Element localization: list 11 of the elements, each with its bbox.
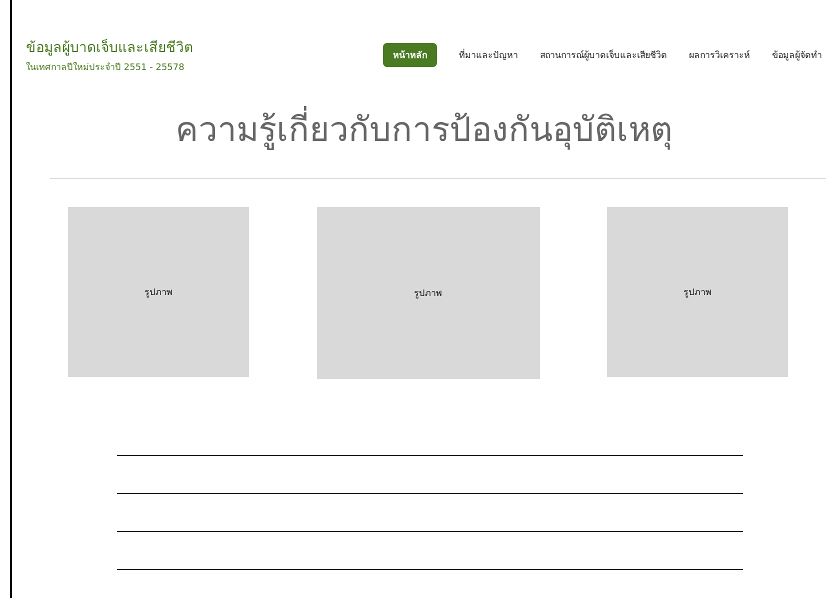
- image-caption: รูปภาพ: [684, 287, 712, 299]
- page-heading: ความรู้เกี่ยวกับการป้องกันอุบัติเหตุ: [12, 102, 836, 156]
- nav-link[interactable]: ข้อมูลผู้จัดทำ: [772, 43, 822, 67]
- nav-link[interactable]: หน้าหลัก: [383, 43, 437, 67]
- image-caption: รูปภาพ: [414, 288, 442, 300]
- nav-link[interactable]: สถานการณ์ผู้บาดเจ็บและเสียชีวิต: [540, 43, 667, 67]
- image-caption: รูปภาพ: [144, 287, 172, 299]
- nav-link[interactable]: ที่มาและปัญหา: [459, 43, 518, 67]
- site-title: ข้อมูลผู้บาดเจ็บและเสียชีวิต: [26, 38, 193, 58]
- nav-link[interactable]: ผลการวิเคราะห์: [689, 43, 750, 67]
- site-subtitle: ในเทศกาลปีใหม่ประจำปี 2551 - 25578: [26, 60, 186, 74]
